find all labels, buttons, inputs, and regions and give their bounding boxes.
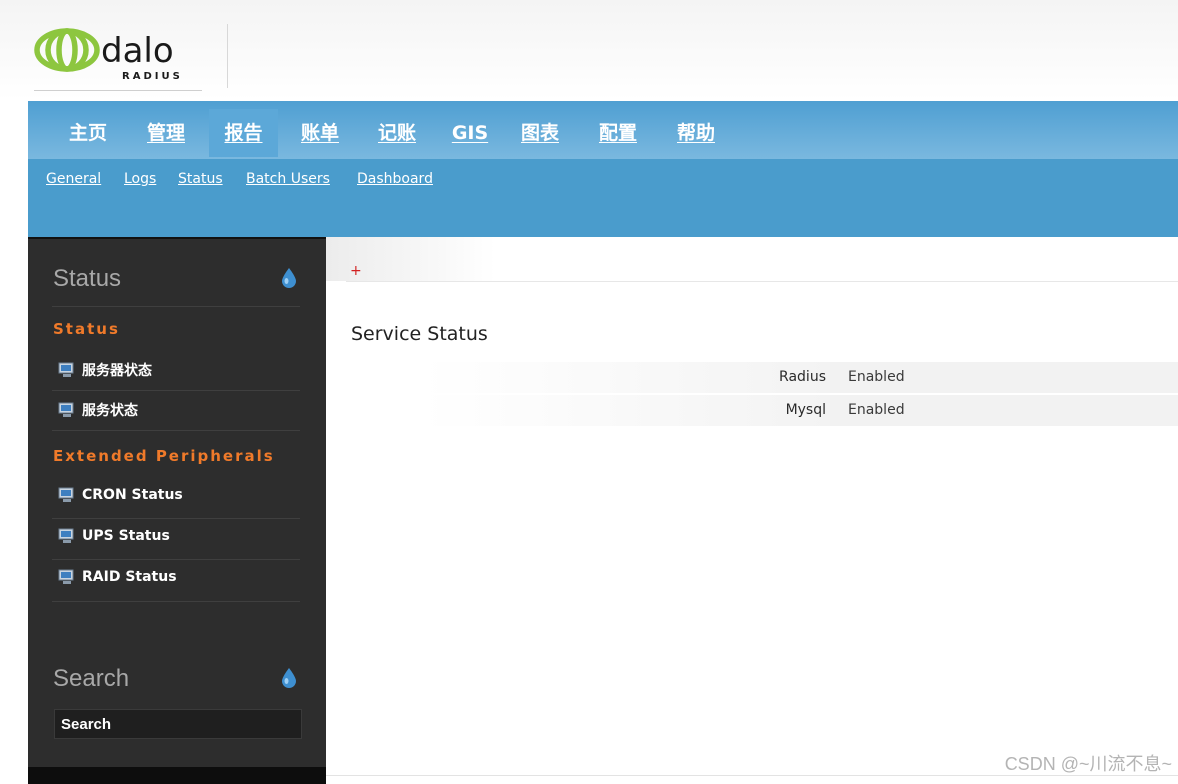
watermark-text: CSDN @~川流不息~ — [1004, 754, 1172, 774]
sidebar-divider — [52, 601, 300, 602]
sidebar-divider — [52, 518, 300, 519]
service-name: Mysql — [785, 402, 826, 418]
computer-icon — [58, 362, 74, 377]
nav-item-config[interactable]: 配置 — [590, 109, 646, 157]
nav-item-billing[interactable]: 账单 — [292, 109, 348, 157]
section-title-status: Status — [53, 320, 120, 338]
nav-item-gis[interactable]: GIS — [446, 109, 494, 157]
search-input[interactable] — [54, 709, 302, 739]
subnav-dashboard[interactable]: Dashboard — [357, 171, 433, 187]
sidebar-link-label: 服务状态 — [82, 403, 138, 419]
nav-item-reports[interactable]: 报告 — [209, 109, 278, 157]
water-drop-icon — [282, 668, 296, 688]
nav-item-graphs[interactable]: 图表 — [512, 109, 568, 157]
section-title-extended-peripherals: Extended Peripherals — [53, 447, 275, 465]
nav-item-help[interactable]: 帮助 — [668, 109, 724, 157]
section-heading: Service Status — [351, 323, 488, 345]
water-drop-icon — [282, 268, 296, 288]
expand-bar — [326, 237, 1178, 281]
service-status-value: Enabled — [830, 362, 1178, 393]
sidebar-link-cron-status[interactable]: CRON Status — [58, 487, 183, 511]
table-row: Mysql Enabled — [350, 395, 1178, 426]
service-status-value: Enabled — [830, 395, 1178, 426]
expand-bar-divider — [346, 281, 1178, 282]
logo-wordmark: dalo — [101, 31, 174, 71]
page-header: dalo RADIUS — [0, 0, 1178, 100]
sidebar-divider — [52, 430, 300, 431]
search-heading: Search — [53, 665, 130, 692]
computer-icon — [58, 487, 74, 502]
sidebar-heading: Status — [53, 265, 122, 292]
logo-tagline: RADIUS — [122, 71, 183, 82]
sidebar-link-server-status[interactable]: 服务器状态 — [58, 360, 152, 384]
main-content: + Service Status Radius Enabled Mysql En… — [326, 237, 1178, 782]
table-row: Radius Enabled — [350, 362, 1178, 393]
sidebar-divider — [52, 390, 300, 391]
service-status-table: Radius Enabled Mysql Enabled — [350, 362, 1178, 428]
logo-divider — [227, 24, 228, 88]
computer-icon — [58, 569, 74, 584]
sidebar: Status Status 服务器状态 服务状态 Extended Periph… — [28, 237, 326, 784]
nav-item-management[interactable]: 管理 — [138, 109, 194, 157]
subnav-batch-users[interactable]: Batch Users — [246, 171, 330, 187]
logo-underline — [34, 90, 202, 91]
expand-toggle[interactable]: + — [350, 263, 362, 279]
computer-icon — [58, 528, 74, 543]
daloradius-logo[interactable]: dalo RADIUS — [34, 28, 204, 88]
nav-item-home[interactable]: 主页 — [58, 109, 118, 157]
sidebar-link-label: RAID Status — [82, 569, 177, 585]
subnav-status[interactable]: Status — [178, 171, 223, 187]
sidebar-divider — [52, 306, 300, 307]
nav-item-accounting[interactable]: 记账 — [369, 109, 425, 157]
sidebar-link-service-status[interactable]: 服务状态 — [58, 400, 138, 424]
sidebar-link-label: UPS Status — [82, 528, 170, 544]
service-name: Radius — [779, 369, 826, 385]
sidebar-divider — [52, 559, 300, 560]
subnav-general[interactable]: General — [46, 171, 101, 187]
sidebar-footer-bar — [28, 767, 326, 784]
sidebar-link-label: CRON Status — [82, 487, 183, 503]
main-navigation: 主页 管理 报告 账单 记账 GIS 图表 配置 帮助 General Logs… — [28, 101, 1178, 237]
computer-icon — [58, 402, 74, 417]
sidebar-link-label: 服务器状态 — [82, 363, 152, 379]
sidebar-link-raid-status[interactable]: RAID Status — [58, 569, 177, 593]
subnav-logs[interactable]: Logs — [124, 171, 156, 187]
sidebar-link-ups-status[interactable]: UPS Status — [58, 528, 170, 552]
